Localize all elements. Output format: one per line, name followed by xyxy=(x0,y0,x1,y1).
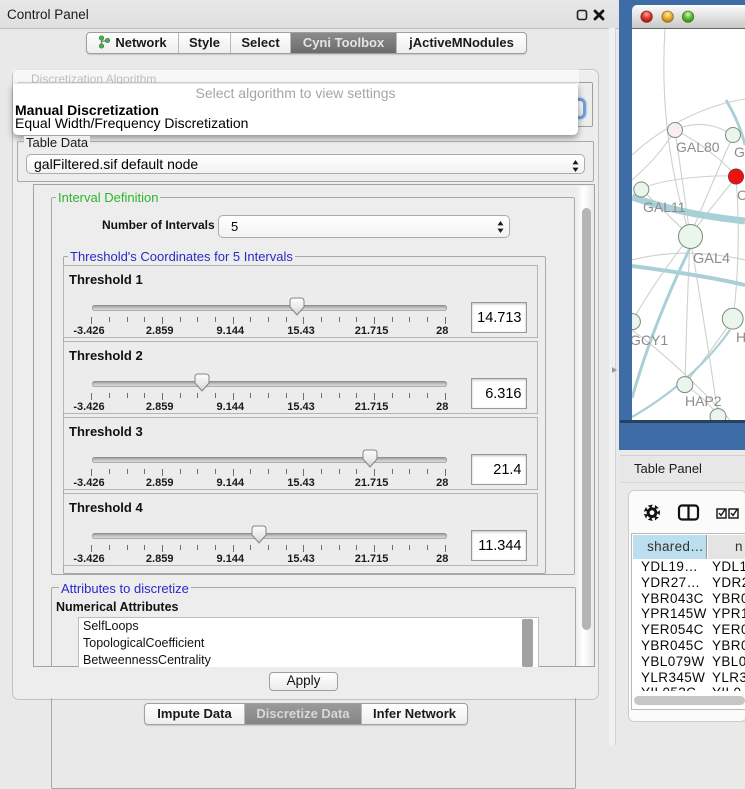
svg-text:C: C xyxy=(737,187,745,203)
svg-text:H: H xyxy=(736,329,745,345)
svg-text:HAP2: HAP2 xyxy=(685,393,722,409)
svg-text:GAL4: GAL4 xyxy=(693,251,730,267)
svg-text:GCY1: GCY1 xyxy=(632,332,668,348)
svg-text:GAL80: GAL80 xyxy=(676,139,720,155)
svg-text:G.: G. xyxy=(734,144,745,160)
svg-text:GAL11: GAL11 xyxy=(643,199,686,215)
